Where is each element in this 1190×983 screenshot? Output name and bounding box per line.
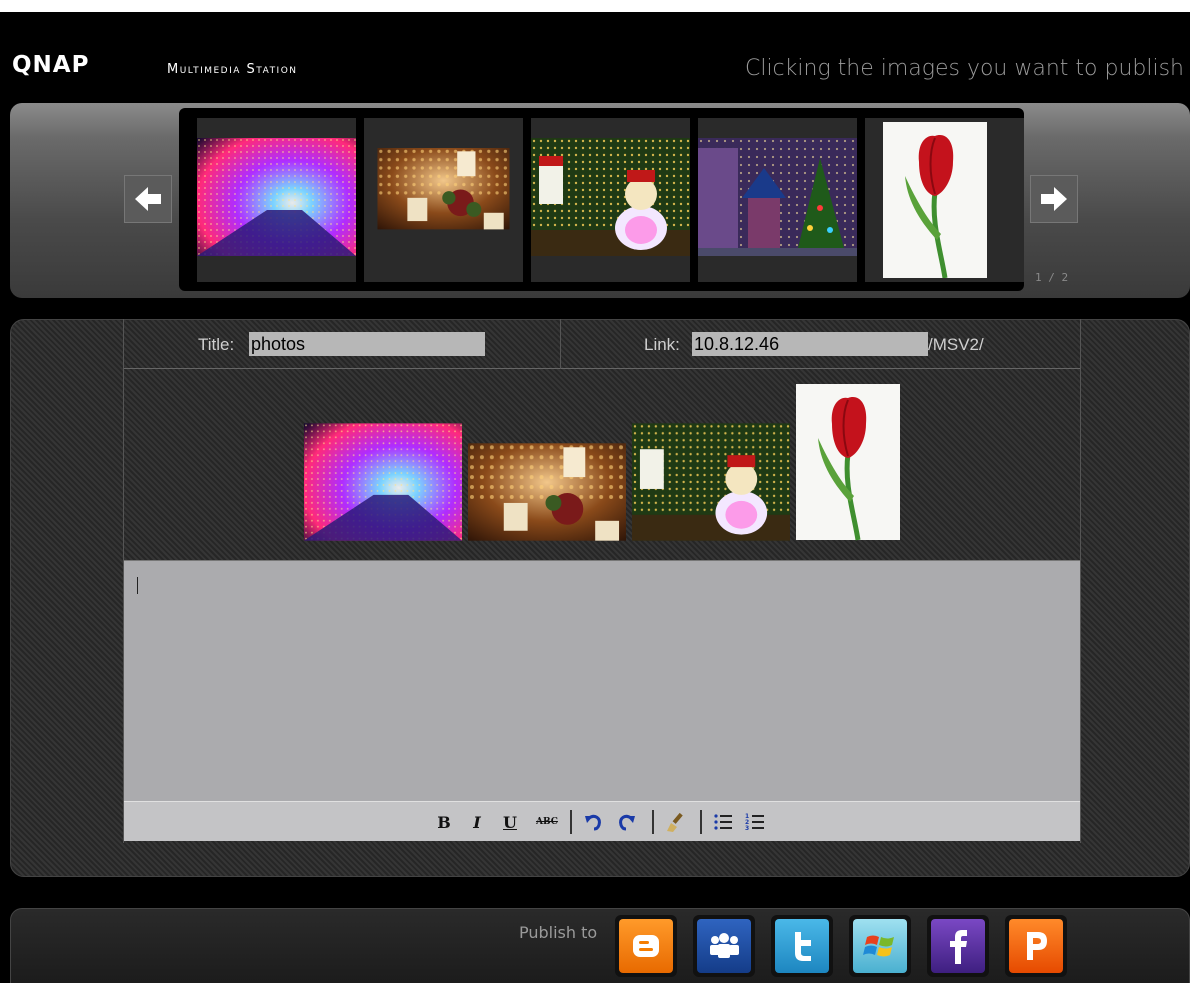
link-label: Link: (644, 335, 680, 354)
publish-bar: Publish to (10, 908, 1190, 983)
snowman-thumbnail[interactable] (531, 138, 690, 256)
next-page-button[interactable] (1030, 175, 1078, 223)
windows-live-button[interactable] (849, 915, 911, 977)
page-indicator: 1 / 2 (1035, 271, 1069, 284)
selected-tulip[interactable] (796, 383, 900, 541)
twitter-button[interactable] (771, 915, 833, 977)
bold-button[interactable]: B (435, 811, 453, 833)
bullet-list-icon (714, 814, 732, 830)
thumbnail-slot[interactable] (364, 118, 523, 282)
instruction-text: Clicking the images you want to publish (744, 56, 1184, 81)
facebook-button[interactable] (927, 915, 989, 977)
underline-button[interactable]: U (501, 811, 519, 833)
field-divider (560, 319, 561, 369)
brush-icon (667, 812, 683, 832)
candles-thumbnail[interactable] (364, 148, 523, 246)
plurk-button[interactable] (1005, 915, 1067, 977)
thumbnail-slot[interactable] (531, 118, 690, 282)
qnap-logo: QNAP (12, 52, 90, 78)
link-input[interactable]: 10.8.12.46 (692, 332, 928, 356)
toolbar-separator (652, 810, 654, 834)
toolbar-separator (570, 810, 572, 834)
numbered-list-button[interactable]: 1 2 3 (744, 811, 766, 833)
photo-carousel: 1 / 2 (10, 103, 1190, 298)
redo-button[interactable] (616, 811, 638, 833)
bullet-list-button[interactable] (712, 811, 734, 833)
windows-live-icon (853, 919, 907, 973)
thumbnail-slot[interactable] (197, 118, 356, 282)
facebook-icon (931, 919, 985, 973)
italic-button[interactable]: I (468, 811, 486, 833)
message-editor[interactable] (124, 561, 1080, 801)
numbered-list-icon: 1 2 3 (745, 813, 764, 832)
selected-light-tunnel[interactable] (304, 423, 462, 541)
title-input[interactable]: photos (249, 332, 485, 356)
selected-candles[interactable] (468, 443, 626, 541)
undo-icon (585, 814, 601, 831)
publish-form: Title: photos Link: 10.8.12.46 /MSV2/ B … (123, 319, 1081, 843)
publish-panel: Title: photos Link: 10.8.12.46 /MSV2/ B … (10, 319, 1190, 877)
myspace-icon (697, 919, 751, 973)
plurk-icon (1009, 919, 1063, 973)
twitter-icon (775, 919, 829, 973)
strikethrough-button[interactable]: ABC (532, 811, 562, 833)
christmas-house-thumbnail[interactable] (698, 138, 857, 256)
thumbnail-slot[interactable] (698, 118, 857, 282)
clear-format-button[interactable] (664, 811, 688, 833)
blogger-icon (619, 919, 673, 973)
selected-images (124, 369, 1080, 561)
app-header: QNAP Multimedia Station Clicking the ima… (0, 12, 1190, 104)
fields-row: Title: photos Link: 10.8.12.46 /MSV2/ (124, 319, 1080, 369)
publish-to-label: Publish to (519, 923, 598, 942)
arrow-right-icon (1041, 187, 1067, 211)
blogger-button[interactable] (615, 915, 677, 977)
link-suffix: /MSV2/ (928, 335, 984, 354)
title-label: Title: (198, 335, 235, 354)
top-strip (0, 0, 1190, 12)
thumbnail-strip (179, 108, 1024, 291)
toolbar-separator (700, 810, 702, 834)
selected-snowman[interactable] (632, 423, 790, 541)
redo-icon (619, 814, 635, 831)
text-caret (137, 577, 138, 594)
svg-text:3: 3 (745, 825, 749, 832)
undo-button[interactable] (582, 811, 604, 833)
previous-page-button[interactable] (124, 175, 172, 223)
editor-toolbar: B I U ABC 1 2 3 (124, 801, 1080, 841)
tulip-thumbnail[interactable] (883, 122, 987, 278)
product-name: Multimedia Station (167, 62, 298, 77)
light-tunnel-thumbnail[interactable] (197, 138, 356, 256)
arrow-left-icon (135, 187, 161, 211)
myspace-button[interactable] (693, 915, 755, 977)
thumbnail-slot[interactable] (865, 118, 1024, 282)
